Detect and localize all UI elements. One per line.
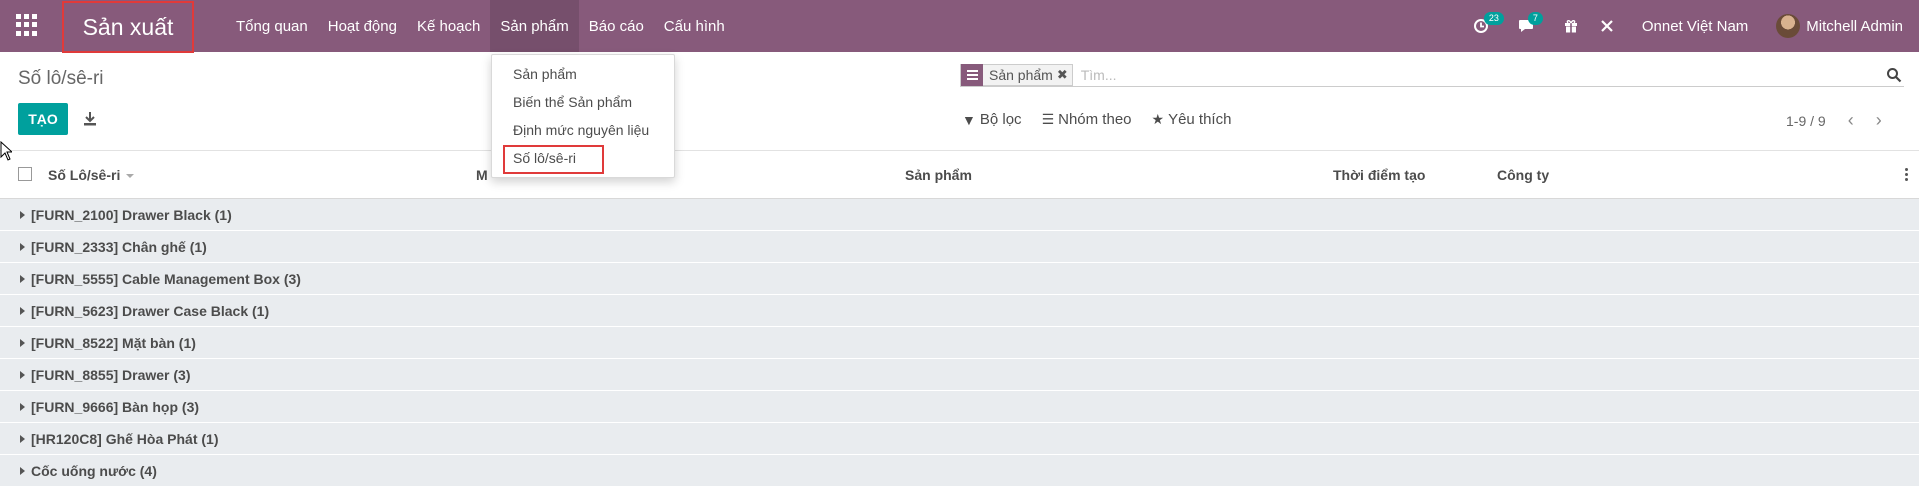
group-row[interactable]: [FURN_9666] Bàn họp (3) (0, 391, 1919, 423)
company-switcher[interactable]: Onnet Việt Nam (1642, 18, 1748, 35)
breadcrumb: Số lô/sê-ri (18, 68, 104, 89)
apps-menu-icon[interactable] (16, 14, 38, 36)
group-label: [FURN_5623] Drawer Case Black (1) (31, 302, 270, 319)
activity-button[interactable]: 23 (1473, 12, 1504, 33)
group-row[interactable]: [FURN_2333] Chân ghế (1) (0, 231, 1919, 263)
caret-right-icon (20, 242, 25, 251)
favorites-button[interactable]: ★ Yêu thích (1152, 111, 1232, 128)
list-icon: ☰ (1041, 111, 1055, 127)
group-label: [FURN_2333] Chân ghế (1) (31, 238, 207, 255)
star-icon: ★ (1151, 111, 1165, 127)
filters-button[interactable]: ▼ Bộ lọc (962, 111, 1022, 128)
create-button[interactable]: TẠO (18, 103, 68, 135)
search-icon[interactable] (1886, 67, 1902, 83)
column-product[interactable]: Sản phẩm (905, 167, 972, 183)
group-label: [FURN_8522] Mặt bàn (1) (31, 334, 196, 351)
menu-san-pham[interactable]: Sản phẩm (490, 0, 579, 52)
gift-button[interactable] (1564, 19, 1578, 33)
user-menu[interactable]: Mitchell Admin (1776, 14, 1903, 38)
column-lot-serial[interactable]: Số Lô/sê-ri (48, 167, 135, 183)
group-row[interactable]: [FURN_8855] Drawer (3) (0, 359, 1919, 391)
list-header: Số Lô/sê-ri M Sản phẩm Thời điểm tạo Côn… (0, 150, 1919, 199)
group-label: [HR120C8] Ghế Hòa Phát (1) (31, 430, 219, 447)
group-row[interactable]: [FURN_5555] Cable Management Box (3) (0, 263, 1919, 295)
caret-right-icon (20, 434, 25, 443)
user-name: Mitchell Admin (1806, 17, 1903, 35)
tools-icon (1601, 20, 1613, 32)
column-company[interactable]: Công ty (1497, 167, 1549, 183)
group-row[interactable]: [FURN_5623] Drawer Case Black (1) (0, 295, 1919, 327)
group-label: Cốc uống nước (4) (31, 462, 157, 479)
search-options: ▼ Bộ lọc ☰ Nhóm theo ★ Yêu thích (962, 111, 1251, 128)
dropdown-item-variants[interactable]: Biến thể Sản phẩm (513, 94, 632, 110)
select-all-checkbox[interactable] (18, 167, 32, 181)
favorites-label: Yêu thích (1168, 111, 1232, 128)
filters-label: Bộ lọc (979, 111, 1022, 128)
menu-tong-quan[interactable]: Tổng quan (226, 0, 318, 52)
group-row[interactable]: [FURN_8522] Mặt bàn (1) (0, 327, 1919, 359)
menu-bao-cao[interactable]: Báo cáo (579, 0, 654, 52)
groupby-button[interactable]: ☰ Nhóm theo (1042, 111, 1132, 128)
column-lot-serial-label: Số Lô/sê-ri (48, 167, 121, 183)
activity-count-badge: 23 (1483, 12, 1504, 25)
chevron-left-icon[interactable]: ‹ (1848, 110, 1854, 131)
systray: 23 7 Onnet Việt Nam Mitchell Admin (1452, 0, 1903, 52)
search-facet: Sản phẩm ✖ (960, 63, 1073, 86)
dropdown-item-lot-serial[interactable]: Số lô/sê-ri (513, 150, 576, 166)
group-label: [FURN_5555] Cable Management Box (3) (31, 270, 301, 287)
menu-hoat-dong[interactable]: Hoạt động (318, 0, 407, 52)
column-created[interactable]: Thời điểm tạo (1333, 167, 1425, 183)
dropdown-item-products[interactable]: Sản phẩm (513, 66, 577, 82)
avatar (1776, 14, 1801, 38)
group-label: [FURN_8855] Drawer (3) (31, 366, 191, 383)
search-bar: Sản phẩm ✖ Tìm... (960, 63, 1904, 87)
gift-icon (1564, 20, 1577, 33)
products-dropdown: Sản phẩm Biến thể Sản phẩm Định mức nguy… (491, 54, 675, 178)
chevron-right-icon[interactable]: › (1876, 110, 1882, 131)
caret-right-icon (20, 338, 25, 347)
group-row[interactable]: [HR120C8] Ghế Hòa Phát (1) (0, 423, 1919, 455)
caret-right-icon (20, 306, 25, 315)
dropdown-item-bom[interactable]: Định mức nguyên liệu (513, 122, 649, 138)
group-label: [FURN_2100] Drawer Black (1) (31, 206, 232, 223)
menu-ke-hoach[interactable]: Kế hoạch (407, 0, 490, 52)
group-label: [FURN_9666] Bàn họp (3) (31, 398, 200, 415)
filter-icon: ▼ (962, 111, 976, 128)
app-menu: Tổng quan Hoạt động Kế hoạch Sản phẩm Bá… (226, 0, 735, 52)
debug-button[interactable] (1600, 19, 1614, 33)
column-m[interactable]: M (476, 167, 488, 183)
caret-right-icon (20, 210, 25, 219)
facet-remove-icon[interactable]: ✖ (1057, 67, 1072, 83)
mouse-cursor-icon (0, 141, 12, 161)
caret-right-icon (20, 370, 25, 379)
pager-value[interactable]: 1-9 / 9 (1786, 113, 1826, 129)
caret-right-icon (20, 466, 25, 475)
caret-right-icon (20, 402, 25, 411)
optional-columns-icon[interactable] (1905, 168, 1909, 183)
app-name: Sản xuất (82, 13, 174, 40)
sort-caret-icon (126, 174, 135, 179)
groupby-icon (961, 63, 983, 86)
group-row[interactable]: Cốc uống nước (4) (0, 455, 1919, 487)
group-row[interactable]: [FURN_2100] Drawer Black (1) (0, 199, 1919, 231)
main-navbar: Sản xuất Tổng quan Hoạt động Kế hoạch Sả… (0, 0, 1919, 53)
download-icon[interactable] (82, 111, 98, 127)
menu-cau-hinh[interactable]: Cấu hình (654, 0, 735, 52)
pager: 1-9 / 9 ‹ › (1786, 110, 1882, 131)
caret-right-icon (20, 274, 25, 283)
groupby-label: Nhóm theo (1058, 111, 1132, 128)
messages-count-badge: 7 (1527, 12, 1543, 25)
search-input[interactable]: Tìm... (1081, 67, 1886, 83)
facet-label: Sản phẩm (989, 66, 1053, 83)
app-brand[interactable]: Sản xuất (62, 1, 194, 53)
list-body: [FURN_2100] Drawer Black (1) [FURN_2333]… (0, 199, 1919, 487)
messages-button[interactable]: 7 (1518, 12, 1543, 33)
